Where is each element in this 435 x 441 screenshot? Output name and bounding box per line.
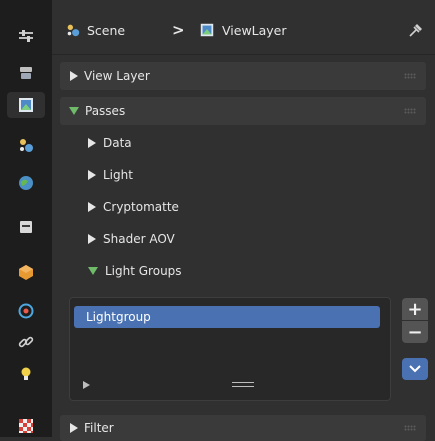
breadcrumb-scene[interactable]: Scene — [65, 21, 125, 39]
view-layer-icon — [200, 23, 214, 37]
scene-tab[interactable] — [7, 132, 45, 158]
resize-grip-line — [232, 386, 254, 387]
chevron-down-icon — [409, 365, 421, 373]
add-light-group-button[interactable]: + — [402, 298, 428, 320]
plus-icon: + — [407, 298, 423, 320]
panel-filter-label: Filter — [84, 421, 114, 435]
pin-icon — [409, 24, 422, 37]
collapse-triangle-icon — [69, 107, 79, 115]
subpanel-cryptomatte-label: Cryptomatte — [103, 200, 179, 214]
subpanel-light-groups-label: Light Groups — [105, 264, 182, 278]
subpanel-shader-aov[interactable]: Shader AOV — [88, 226, 175, 252]
subpanel-light-label: Light — [103, 168, 133, 182]
filter-options-triangle-icon[interactable] — [83, 381, 90, 389]
list-specials-dropdown-button[interactable] — [402, 358, 428, 380]
drag-grip-icon[interactable] — [404, 425, 416, 431]
properties-tab-sidebar — [0, 0, 52, 437]
render-icon — [20, 67, 32, 79]
minus-icon: − — [407, 321, 423, 343]
breadcrumb-separator: > — [172, 21, 185, 39]
breadcrumb-scene-label: Scene — [87, 22, 126, 38]
panel-passes[interactable]: Passes — [60, 97, 426, 125]
tool-tab[interactable] — [7, 24, 45, 50]
list-resize-handle[interactable] — [232, 382, 254, 388]
world-tab[interactable] — [7, 170, 45, 196]
constraints-icon — [18, 336, 34, 348]
tool-icon — [19, 30, 33, 42]
object-icon — [19, 265, 33, 280]
drag-grip-icon[interactable] — [404, 108, 416, 114]
expand-triangle-icon — [70, 423, 78, 433]
texture-tab[interactable] — [7, 413, 45, 439]
panel-filter[interactable]: Filter — [60, 415, 426, 441]
panel-view-layer[interactable]: View Layer — [60, 62, 426, 90]
object-data-icon — [21, 367, 31, 380]
panel-view-layer-label: View Layer — [84, 69, 150, 83]
drag-grip-icon[interactable] — [404, 73, 416, 79]
collection-tab[interactable] — [7, 214, 45, 240]
collapse-triangle-icon — [88, 267, 98, 275]
remove-light-group-button[interactable]: − — [402, 321, 428, 343]
subpanel-data-label: Data — [103, 136, 132, 150]
view-layer-tab[interactable] — [7, 92, 45, 118]
collection-icon — [20, 221, 32, 233]
subpanel-cryptomatte[interactable]: Cryptomatte — [88, 194, 179, 220]
object-tab[interactable] — [7, 259, 45, 285]
expand-triangle-icon — [88, 234, 96, 244]
breadcrumb-view-layer-label: ViewLayer — [222, 22, 287, 38]
subpanel-light[interactable]: Light — [88, 162, 133, 188]
scene-icon — [67, 24, 80, 37]
scene-icon — [20, 139, 33, 152]
texture-icon — [19, 419, 33, 433]
chevron-right-icon: > — [172, 21, 185, 39]
expand-triangle-icon — [88, 138, 96, 148]
expand-triangle-icon — [88, 170, 96, 180]
breadcrumb-view-layer[interactable]: ViewLayer — [199, 21, 287, 39]
panel-passes-label: Passes — [85, 104, 126, 118]
object-data-tab[interactable] — [7, 361, 45, 387]
subpanel-data[interactable]: Data — [88, 130, 132, 156]
expand-triangle-icon — [70, 71, 78, 81]
resize-grip-line — [232, 382, 254, 383]
constraints-tab[interactable] — [7, 329, 45, 355]
pin-button[interactable] — [407, 21, 425, 39]
expand-triangle-icon — [88, 202, 96, 212]
subpanel-shader-aov-label: Shader AOV — [103, 232, 175, 246]
render-tab[interactable] — [7, 60, 45, 86]
light-groups-list[interactable]: Lightgroup — [69, 297, 391, 401]
subpanel-light-groups[interactable]: Light Groups — [88, 258, 182, 284]
list-item-label: Lightgroup — [86, 310, 151, 324]
world-icon — [19, 176, 33, 190]
breadcrumb-header: Scene > ViewLayer — [52, 0, 435, 55]
list-item[interactable]: Lightgroup — [74, 306, 380, 328]
physics-tab[interactable] — [7, 298, 45, 324]
physics-icon — [18, 303, 34, 319]
view-layer-icon — [19, 98, 33, 112]
